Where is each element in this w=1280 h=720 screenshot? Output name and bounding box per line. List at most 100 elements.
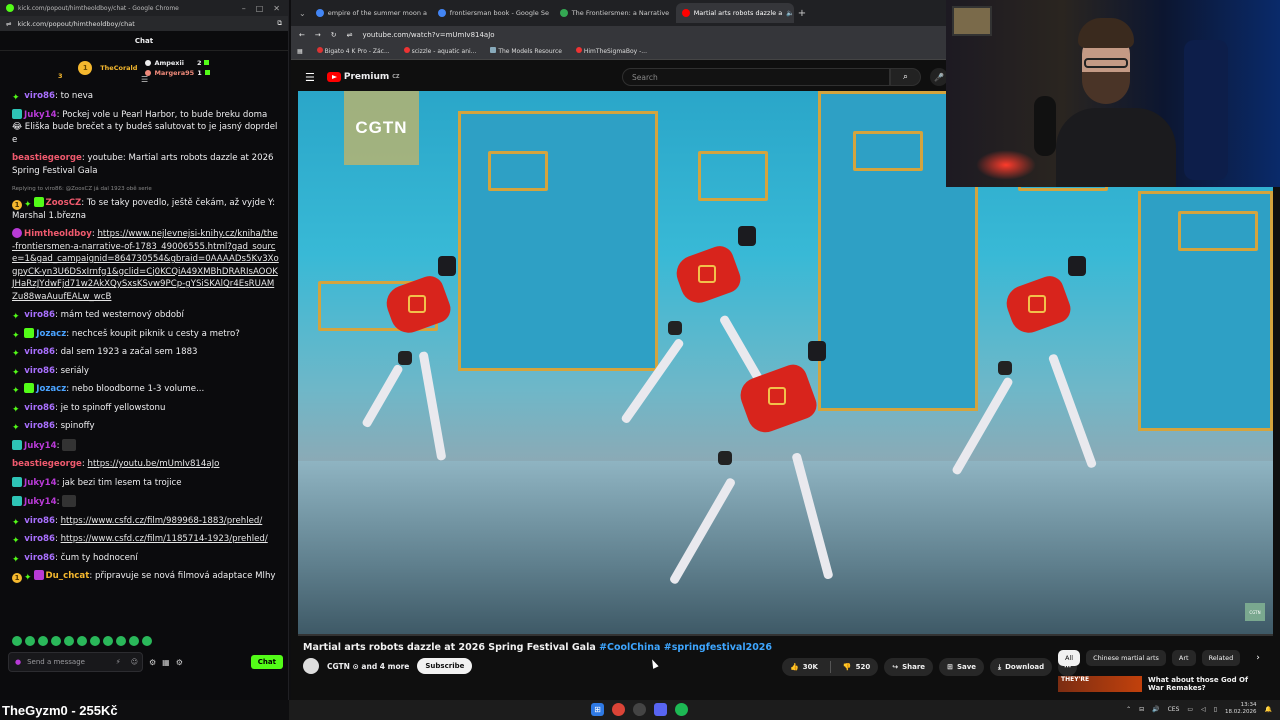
- channel-avatar[interactable]: [303, 658, 319, 674]
- reply-context[interactable]: Replying to viro86: @ZoosCZ já dal 1923 …: [12, 183, 279, 196]
- hamburger-menu-icon[interactable]: ☰: [305, 71, 315, 84]
- chat-username[interactable]: viro86: [24, 347, 55, 357]
- tray-overflow-icon[interactable]: ⌃: [1126, 706, 1131, 713]
- chat-username[interactable]: Juky14: [24, 110, 57, 120]
- search-input[interactable]: Search: [622, 68, 890, 86]
- maximize-icon[interactable]: □: [256, 4, 264, 13]
- back-icon[interactable]: ←: [299, 31, 305, 39]
- subscribe-button[interactable]: Subscribe: [417, 658, 473, 674]
- chat-username[interactable]: Juky14: [24, 497, 57, 507]
- browser-tab-active[interactable]: Martial arts robots dazzle a 🔈 ✕: [675, 3, 794, 23]
- chat-username[interactable]: viro86: [24, 403, 55, 413]
- chat-link[interactable]: https://www.csfd.cz/film/989968-1883/pre…: [61, 516, 263, 526]
- forward-icon[interactable]: →: [315, 31, 321, 39]
- browser-tab[interactable]: empire of the summer moon a ✕: [310, 3, 428, 23]
- video-hashtags[interactable]: #CoolChina #springfestival2026: [599, 642, 772, 653]
- chat-send-button[interactable]: Chat: [250, 655, 283, 669]
- translate-icon[interactable]: ⧉: [277, 19, 282, 28]
- chip-related[interactable]: Related: [1201, 650, 1241, 666]
- tab-search-icon[interactable]: ⌄: [299, 9, 306, 18]
- network-icon[interactable]: ⊟: [1139, 706, 1144, 713]
- chat-link[interactable]: https://www.csfd.cz/film/1185714-1923/pr…: [61, 534, 268, 544]
- bookmark-item[interactable]: The Models Resource: [490, 47, 562, 55]
- leaderboard-entry[interactable]: Ampexii 2: [145, 59, 210, 67]
- battery-icon[interactable]: ▯: [1214, 706, 1217, 713]
- download-button[interactable]: ⤓ Download: [990, 658, 1053, 676]
- dislike-button[interactable]: 👎 520: [835, 658, 878, 676]
- windows-start-icon[interactable]: ⊞: [591, 703, 604, 716]
- recommended-thumbnail[interactable]: THEY'RE: [1058, 676, 1142, 692]
- emote-icon[interactable]: [64, 636, 74, 646]
- chat-username[interactable]: Jozacz: [36, 384, 66, 394]
- emote-icon[interactable]: [77, 636, 87, 646]
- emote-icon[interactable]: [38, 636, 48, 646]
- chat-url[interactable]: kick.com/popout/himtheoldboy/chat: [17, 20, 271, 28]
- emote-icon[interactable]: [51, 636, 61, 646]
- youtube-premium-logo[interactable]: Premium CZ: [326, 72, 400, 82]
- chat-username[interactable]: Himtheoldboy: [24, 229, 92, 239]
- chat-link[interactable]: https://www.nejlevnejsi-knihy.cz/kniha/t…: [12, 229, 279, 302]
- microphone-icon[interactable]: ●: [15, 658, 21, 666]
- chevron-right-icon[interactable]: ›: [1256, 653, 1260, 663]
- like-button[interactable]: 👍 30K: [782, 658, 826, 676]
- leaderboard-entry[interactable]: TheCorald: [100, 64, 137, 72]
- commands-icon[interactable]: ⚡: [116, 658, 121, 666]
- chat-username[interactable]: Du_chcat: [46, 571, 90, 581]
- bookmark-item[interactable]: Bigato 4 K Pro - Zác...: [316, 47, 390, 55]
- emote-icon[interactable]: [129, 636, 139, 646]
- reload-icon[interactable]: ↻: [331, 31, 337, 39]
- obs-icon[interactable]: [633, 703, 646, 716]
- emote-icon[interactable]: [25, 636, 35, 646]
- close-icon[interactable]: ✕: [273, 4, 280, 13]
- emote-icon[interactable]: [12, 636, 22, 646]
- chat-link[interactable]: https://youtu.be/mUmIv814aJo: [88, 459, 220, 469]
- site-info-icon[interactable]: ⇌: [347, 31, 353, 39]
- browser-tab[interactable]: The Frontiersmen: a Narrative ✕: [554, 3, 672, 23]
- emoji-picker-icon[interactable]: ☺: [131, 658, 138, 666]
- chat-username[interactable]: viro86: [24, 553, 55, 563]
- url-field[interactable]: youtube.com/watch?v=mUmIv814aJo: [363, 31, 495, 39]
- chat-username[interactable]: viro86: [24, 310, 55, 320]
- browser-tab[interactable]: frontiersman book - Google Se ✕: [432, 3, 550, 23]
- system-clock[interactable]: 13:34 18.02.2026: [1225, 702, 1257, 716]
- chat-username[interactable]: ZoosCZ: [46, 198, 82, 208]
- chat-username[interactable]: viro86: [24, 91, 55, 101]
- audio-playing-icon[interactable]: 🔈: [786, 9, 793, 17]
- leaderboard-entry[interactable]: Margera95 1: [145, 69, 210, 77]
- spotify-icon[interactable]: [675, 703, 688, 716]
- site-info-icon[interactable]: ⇌: [6, 20, 11, 28]
- chat-message-list[interactable]: ✦ viro86: to neva Juky14: Pockej vole u …: [0, 90, 289, 630]
- share-button[interactable]: ↪ Share: [884, 658, 934, 676]
- emote-icon[interactable]: [116, 636, 126, 646]
- chip-all[interactable]: All: [1058, 650, 1081, 666]
- bookmark-item[interactable]: HimTheSigmaBoy -...: [575, 47, 647, 55]
- chip-chinese-martial-arts[interactable]: Chinese martial arts: [1086, 650, 1166, 666]
- chat-username[interactable]: beastiegeorge: [12, 153, 82, 163]
- channel-name[interactable]: CGTN ⊙ and 4 more: [327, 662, 409, 671]
- bookmark-item[interactable]: scizzle - aquatic ani...: [403, 47, 476, 55]
- chip-art[interactable]: Art: [1171, 650, 1196, 666]
- monitor-icon[interactable]: ▭: [1187, 706, 1193, 713]
- emote-icon[interactable]: [103, 636, 113, 646]
- chat-username[interactable]: viro86: [24, 421, 55, 431]
- video-progress-bar[interactable]: [298, 634, 1273, 636]
- expand-leaderboard-icon[interactable]: ☰: [141, 75, 148, 84]
- recommended-title[interactable]: What about those God Of War Remakes?: [1148, 676, 1258, 692]
- chat-username[interactable]: viro86: [24, 516, 55, 526]
- search-button[interactable]: ⌕: [890, 68, 921, 86]
- notification-icon[interactable]: 🔔: [1265, 706, 1272, 713]
- chrome-icon[interactable]: [612, 703, 625, 716]
- store-icon[interactable]: ▦: [162, 658, 170, 667]
- settings-icon[interactable]: ⚙: [176, 658, 183, 667]
- chat-username[interactable]: viro86: [24, 366, 55, 376]
- volume-icon[interactable]: 🔊: [1152, 706, 1159, 713]
- speaker-icon[interactable]: ◁: [1201, 706, 1206, 713]
- recommended-video[interactable]: THEY'RE What about those God Of War Rema…: [1058, 676, 1258, 692]
- chat-username[interactable]: Juky14: [24, 478, 57, 488]
- apps-icon[interactable]: ▦: [297, 48, 303, 55]
- minimize-icon[interactable]: –: [242, 4, 246, 13]
- chat-username[interactable]: Jozacz: [36, 329, 66, 339]
- chat-username[interactable]: beastiegeorge: [12, 459, 82, 469]
- chat-message-input[interactable]: ● Send a message ⚡ ☺: [8, 652, 143, 672]
- emote-icon[interactable]: [90, 636, 100, 646]
